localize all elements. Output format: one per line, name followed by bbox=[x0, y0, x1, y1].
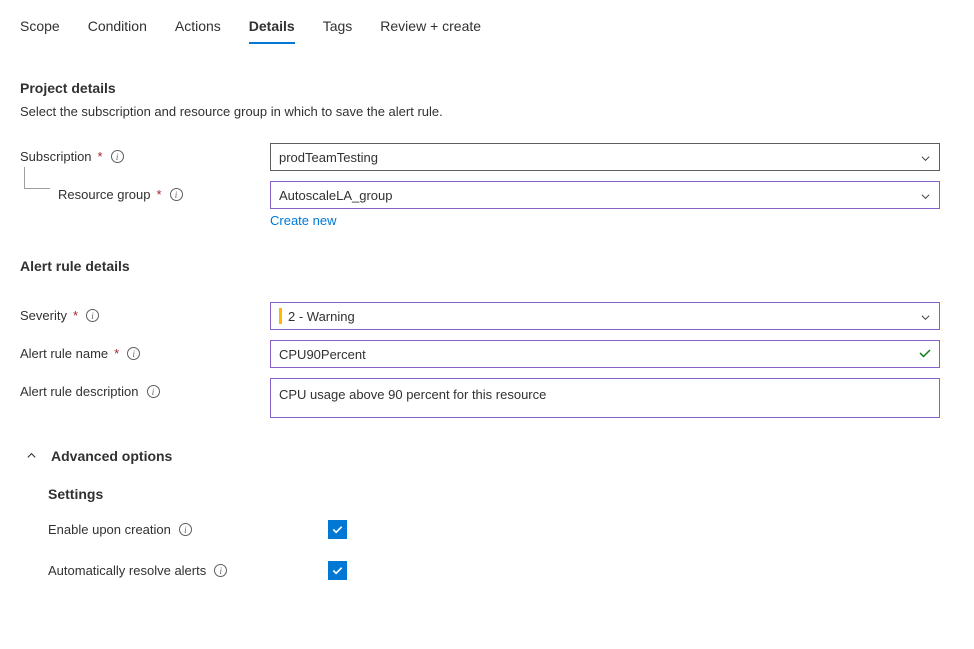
auto-resolve-checkbox[interactable] bbox=[328, 561, 347, 580]
enable-upon-creation-label: Enable upon creation i bbox=[48, 522, 328, 537]
settings-heading: Settings bbox=[48, 486, 954, 502]
alert-rule-description-label: Alert rule description i bbox=[20, 378, 270, 399]
severity-select[interactable]: 2 - Warning bbox=[270, 302, 940, 330]
settings-section: Settings Enable upon creation i Automati… bbox=[48, 486, 954, 580]
checkmark-icon bbox=[918, 346, 932, 363]
alert-rule-description-field[interactable] bbox=[279, 387, 931, 409]
tab-scope[interactable]: Scope bbox=[20, 18, 60, 44]
alert-rule-name-label: Alert rule name * i bbox=[20, 340, 270, 361]
tab-bar: Scope Condition Actions Details Tags Rev… bbox=[20, 18, 954, 44]
tab-tags[interactable]: Tags bbox=[323, 18, 353, 44]
required-indicator: * bbox=[98, 149, 103, 164]
advanced-options-heading: Advanced options bbox=[51, 448, 172, 464]
tab-condition[interactable]: Condition bbox=[88, 18, 147, 44]
severity-label: Severity * i bbox=[20, 302, 270, 323]
subscription-value: prodTeamTesting bbox=[279, 150, 378, 165]
required-indicator: * bbox=[114, 346, 119, 361]
resource-group-select[interactable]: AutoscaleLA_group bbox=[270, 181, 940, 209]
project-details-section: Project details Select the subscription … bbox=[20, 80, 954, 228]
alert-rule-details-section: Alert rule details Severity * i 2 - Warn… bbox=[20, 258, 954, 418]
info-icon[interactable]: i bbox=[147, 385, 160, 398]
subscription-label: Subscription * i bbox=[20, 143, 270, 164]
chevron-down-icon bbox=[920, 152, 931, 163]
enable-upon-creation-checkbox[interactable] bbox=[328, 520, 347, 539]
info-icon[interactable]: i bbox=[179, 523, 192, 536]
project-details-heading: Project details bbox=[20, 80, 954, 96]
tab-details[interactable]: Details bbox=[249, 18, 295, 44]
tab-review[interactable]: Review + create bbox=[380, 18, 481, 44]
severity-color-bar bbox=[279, 308, 282, 324]
create-new-link[interactable]: Create new bbox=[270, 213, 940, 228]
alert-rule-details-heading: Alert rule details bbox=[20, 258, 954, 274]
indent-line bbox=[24, 167, 50, 189]
auto-resolve-label: Automatically resolve alerts i bbox=[48, 563, 328, 578]
info-icon[interactable]: i bbox=[86, 309, 99, 322]
alert-rule-name-input[interactable] bbox=[270, 340, 940, 368]
chevron-down-icon bbox=[920, 190, 931, 201]
alert-rule-description-input[interactable] bbox=[270, 378, 940, 418]
info-icon[interactable]: i bbox=[214, 564, 227, 577]
info-icon[interactable]: i bbox=[111, 150, 124, 163]
chevron-up-icon bbox=[26, 451, 37, 462]
info-icon[interactable]: i bbox=[127, 347, 140, 360]
info-icon[interactable]: i bbox=[170, 188, 183, 201]
resource-group-label: Resource group * i bbox=[20, 181, 270, 202]
alert-rule-name-field[interactable] bbox=[279, 347, 931, 362]
subscription-select[interactable]: prodTeamTesting bbox=[270, 143, 940, 171]
required-indicator: * bbox=[73, 308, 78, 323]
required-indicator: * bbox=[157, 187, 162, 202]
chevron-down-icon bbox=[920, 311, 931, 322]
tab-actions[interactable]: Actions bbox=[175, 18, 221, 44]
resource-group-value: AutoscaleLA_group bbox=[279, 188, 392, 203]
project-details-description: Select the subscription and resource gro… bbox=[20, 104, 954, 119]
advanced-options-toggle[interactable]: Advanced options bbox=[26, 448, 954, 464]
severity-value: 2 - Warning bbox=[288, 309, 355, 324]
